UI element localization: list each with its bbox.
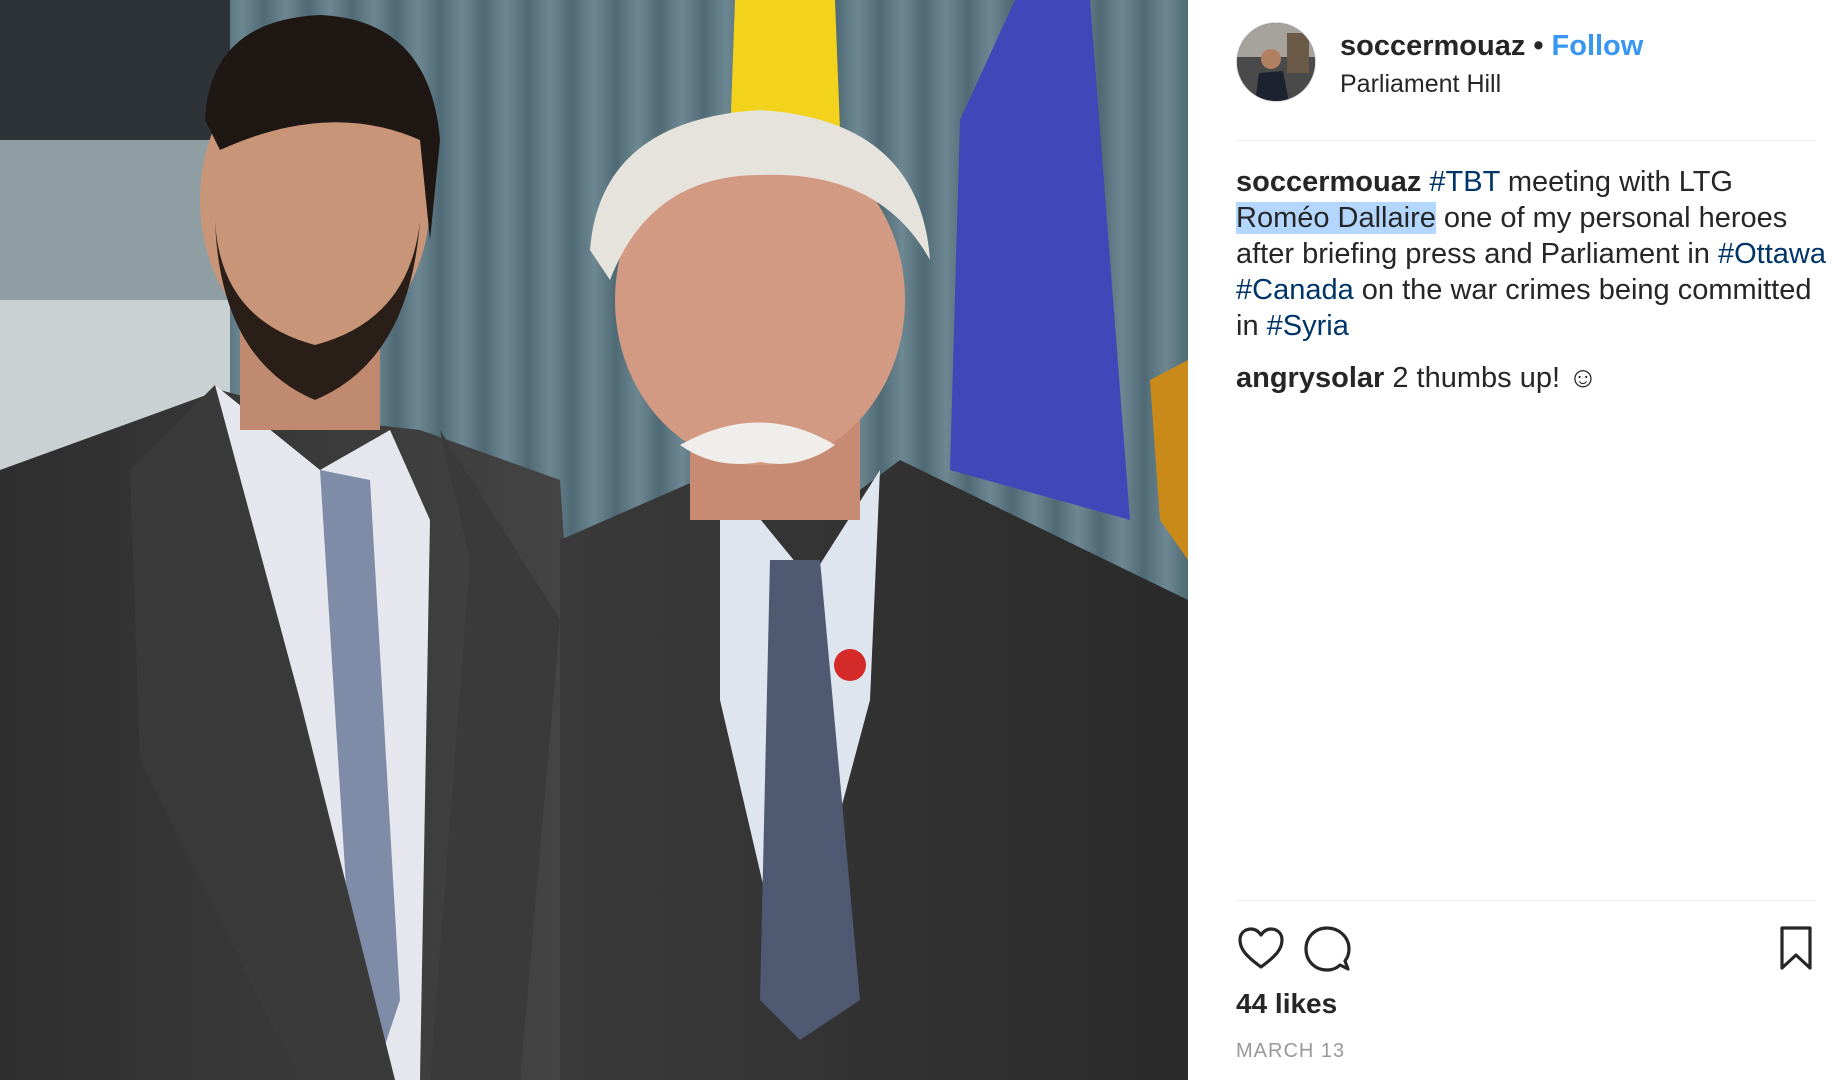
comment-button[interactable] [1302,924,1352,974]
comment-username-link[interactable]: angrysolar [1236,362,1384,394]
actions-divider [1236,900,1816,901]
avatar-photo [1237,23,1315,101]
location-link[interactable]: Parliament Hill [1340,70,1501,99]
post-header: soccermouaz • Follow Parliament Hill [1236,22,1806,106]
like-button[interactable] [1236,924,1286,974]
post-details-panel: soccermouaz • Follow Parliament Hill soc… [1188,0,1844,1080]
post-date[interactable]: MARCH 13 [1236,1040,1345,1063]
save-button[interactable] [1776,924,1826,974]
hashtag-syria[interactable]: #Syria [1267,310,1349,342]
photo-illustration [0,0,1188,1080]
post-photo[interactable] [0,0,1188,1080]
heart-icon [1238,927,1284,969]
follow-button[interactable]: Follow [1552,30,1644,63]
header-divider [1236,140,1816,141]
comment-item: angrysolar 2 thumbs up! ☺ [1236,360,1826,396]
hashtag-tbt[interactable]: #TBT [1429,166,1499,198]
post-actions [1236,924,1816,974]
caption-username-link[interactable]: soccermouaz [1236,166,1421,198]
likes-count[interactable]: 44 likes [1236,988,1337,1020]
hashtag-canada[interactable]: #Canada [1236,274,1354,306]
instagram-post-view: soccermouaz • Follow Parliament Hill soc… [0,0,1844,1080]
bookmark-icon [1780,926,1812,970]
caption-highlighted-name: Roméo Dallaire [1236,202,1436,234]
post-caption: soccermouaz #TBT meeting with LTG Roméo … [1236,164,1826,344]
hashtag-ottawa[interactable]: #Ottawa [1718,238,1826,270]
separator-dot: • [1533,29,1544,62]
avatar[interactable] [1236,22,1316,102]
comment-bubble-icon [1304,926,1351,972]
caption-text-1: meeting with LTG [1499,166,1733,198]
header-title-row: soccermouaz • Follow [1340,28,1643,64]
username-link[interactable]: soccermouaz [1340,30,1525,63]
comment-text: 2 thumbs up! ☺ [1384,362,1598,394]
